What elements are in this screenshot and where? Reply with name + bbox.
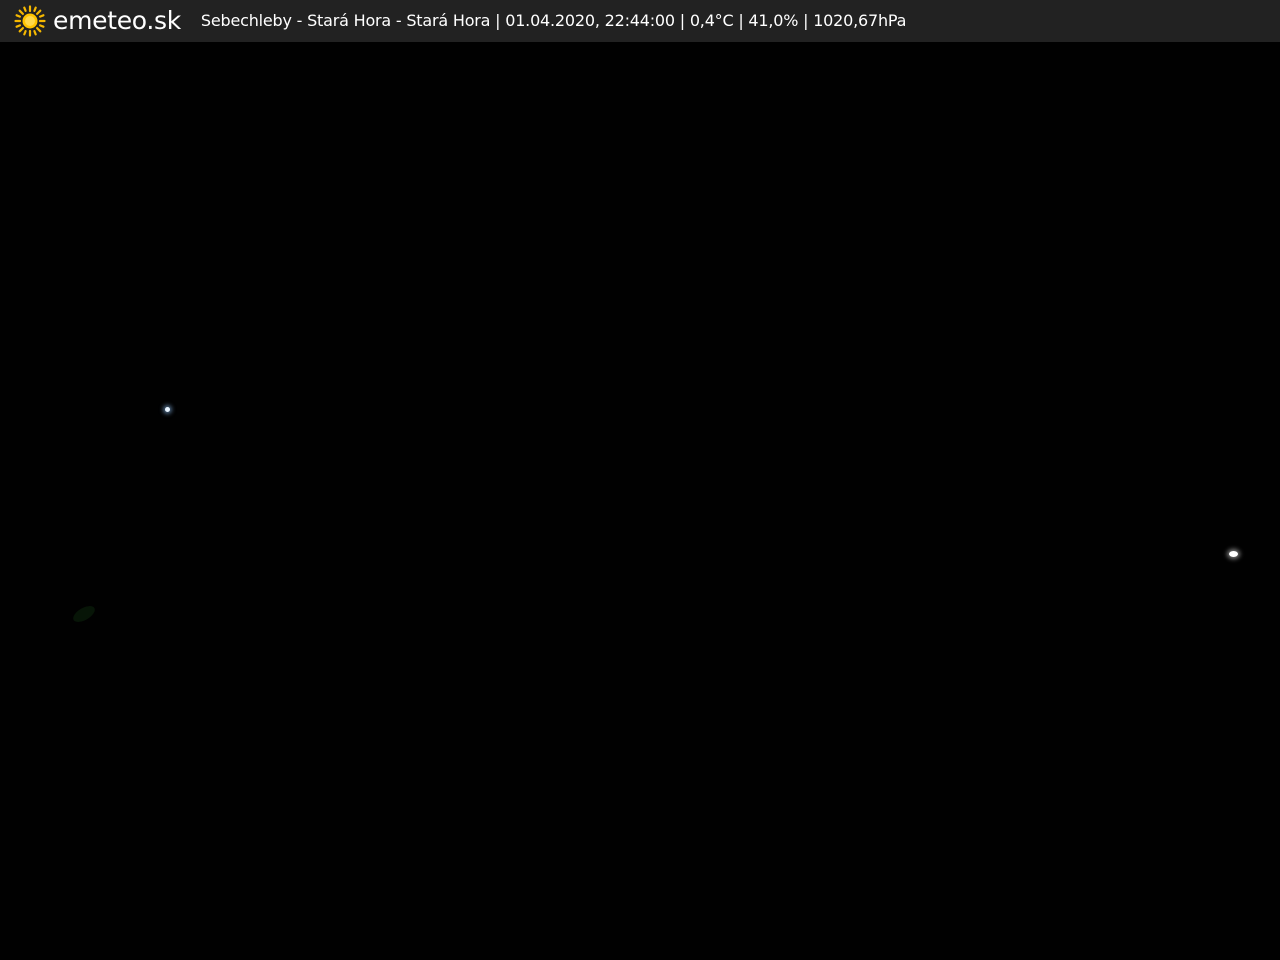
brand-name: emeteo.sk	[53, 6, 181, 35]
faint-glint	[70, 602, 98, 626]
station-caption: Sebechleby - Stará Hora - Stará Hora | 0…	[200, 11, 907, 30]
info-bar: emeteo.sk Sebechleby - Stará Hora - Star…	[0, 0, 1280, 42]
emeteo-logo[interactable]: emeteo.sk	[14, 0, 181, 42]
webcam-frame: emeteo.sk Sebechleby - Stará Hora - Star…	[0, 0, 1280, 960]
bright-light	[1229, 551, 1238, 557]
webcam-image	[0, 42, 1280, 960]
distant-light	[165, 407, 170, 412]
sun-icon	[14, 5, 46, 37]
